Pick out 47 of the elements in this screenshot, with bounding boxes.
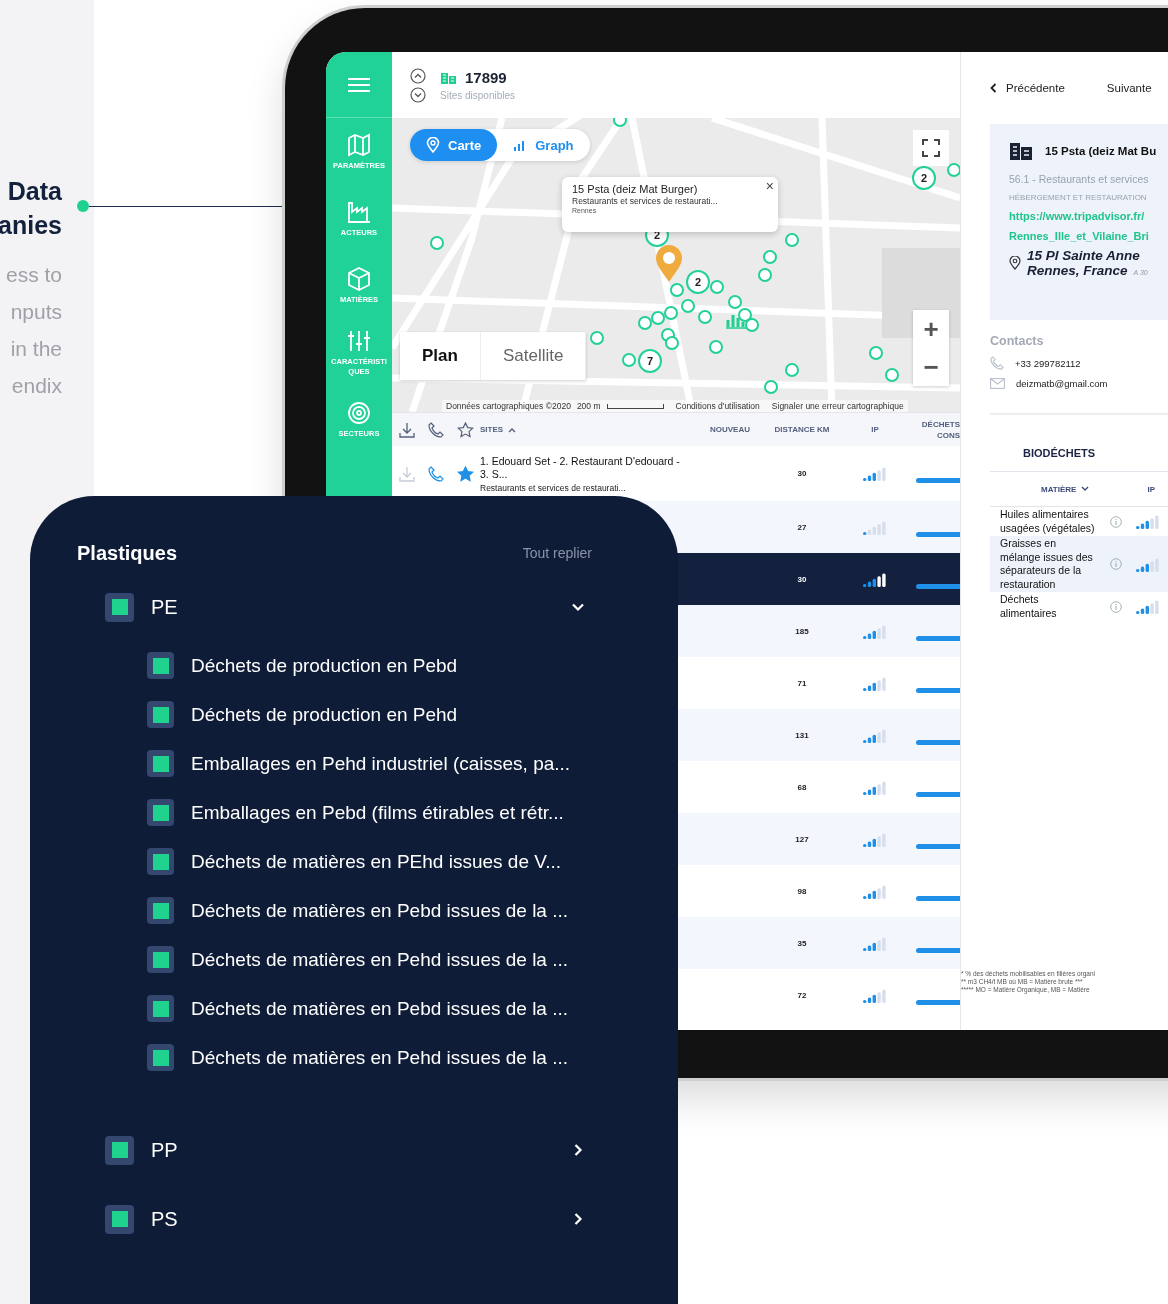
site-count: 17899 — [465, 69, 507, 86]
distance-cell-text: 131 — [794, 730, 810, 740]
subcategory-label: Emballages en Pebd (films étirables et rétr... — [191, 801, 564, 824]
distance-cell-text: 35 — [796, 938, 808, 948]
site-name: 1. Edouard Set - 2. Restaurant D'edouard - 3. S... — [480, 454, 681, 481]
map-data-credit: Données cartographiques ©2020 — [446, 401, 571, 411]
subcategory-label: Déchets de matières en Pebd issues de la ... — [191, 899, 569, 922]
category-label: PE — [151, 595, 179, 619]
subcategory-label: Déchets de production en Pehd — [191, 703, 458, 726]
count-caption: Sites disponibles — [440, 90, 516, 101]
category-label: PS — [151, 1207, 179, 1231]
body-text: endix — [11, 373, 62, 399]
distance-cell-text: 30 — [796, 574, 808, 584]
body-text: in the — [10, 336, 62, 362]
heading-text: Data — [7, 176, 62, 207]
address-line: 15 Pl Sainte Anne — [1027, 248, 1141, 263]
material-name: Déchets alimentaires — [1000, 593, 1058, 620]
activity-code: 56.1 - Restaurants et services — [1009, 173, 1150, 185]
subcategory-label: Déchets de production en Pebd — [191, 654, 458, 677]
subcategory-label: Déchets de matières en Pehd issues de la ... — [191, 948, 569, 971]
section-heading: BIODÉCHETS — [1023, 447, 1097, 459]
distance-cell-text: 68 — [796, 782, 808, 792]
scale-label: 200 m — [576, 401, 601, 411]
subcategory-label: Déchets de matières en Pehd issues de la ... — [191, 1046, 569, 1069]
site-name: 15 Psta (deiz Mat Bu — [1045, 145, 1157, 157]
subcategory-label: Emballages en Pehd industriel (caisses, pa... — [191, 752, 571, 775]
popup-category: Restaurants et services de restaurati... — [572, 196, 719, 206]
subcategory-label: Déchets de matières en PEhd issues de V... — [191, 850, 561, 873]
distance-cell-text: 72 — [796, 990, 808, 1000]
material-name: Graisses en mélange issues des séparateurs de la restauration — [1000, 537, 1094, 591]
category-label: PP — [151, 1138, 179, 1162]
panel-title: Plastiques — [77, 541, 178, 565]
distance-cell-text: 127 — [794, 834, 810, 844]
site-category: Restaurants et services de restaurati... — [480, 482, 627, 493]
sector-label: HÉBERGEMENT ET RESTAURATION — [1009, 193, 1148, 202]
body-text: nputs — [10, 299, 62, 325]
subcategory-label: Déchets de matières en Pebd issues de la ... — [191, 997, 569, 1020]
distance-cell-text: 185 — [794, 626, 810, 636]
popup-title: 15 Psta (deiz Mat Burger) — [572, 183, 699, 195]
distance-cell-text: 98 — [796, 886, 808, 896]
body-text: ess to — [5, 262, 62, 288]
material-name: Huiles alimentaires usagées (végétales) — [1000, 508, 1096, 535]
distance-cell-text: 30 — [796, 469, 808, 478]
address-line: Rennes, France — [1027, 263, 1128, 278]
contacts-heading: Contacts — [990, 334, 1045, 348]
distance-cell-text: 27 — [796, 522, 808, 532]
distance-cell-text: 71 — [796, 678, 808, 688]
